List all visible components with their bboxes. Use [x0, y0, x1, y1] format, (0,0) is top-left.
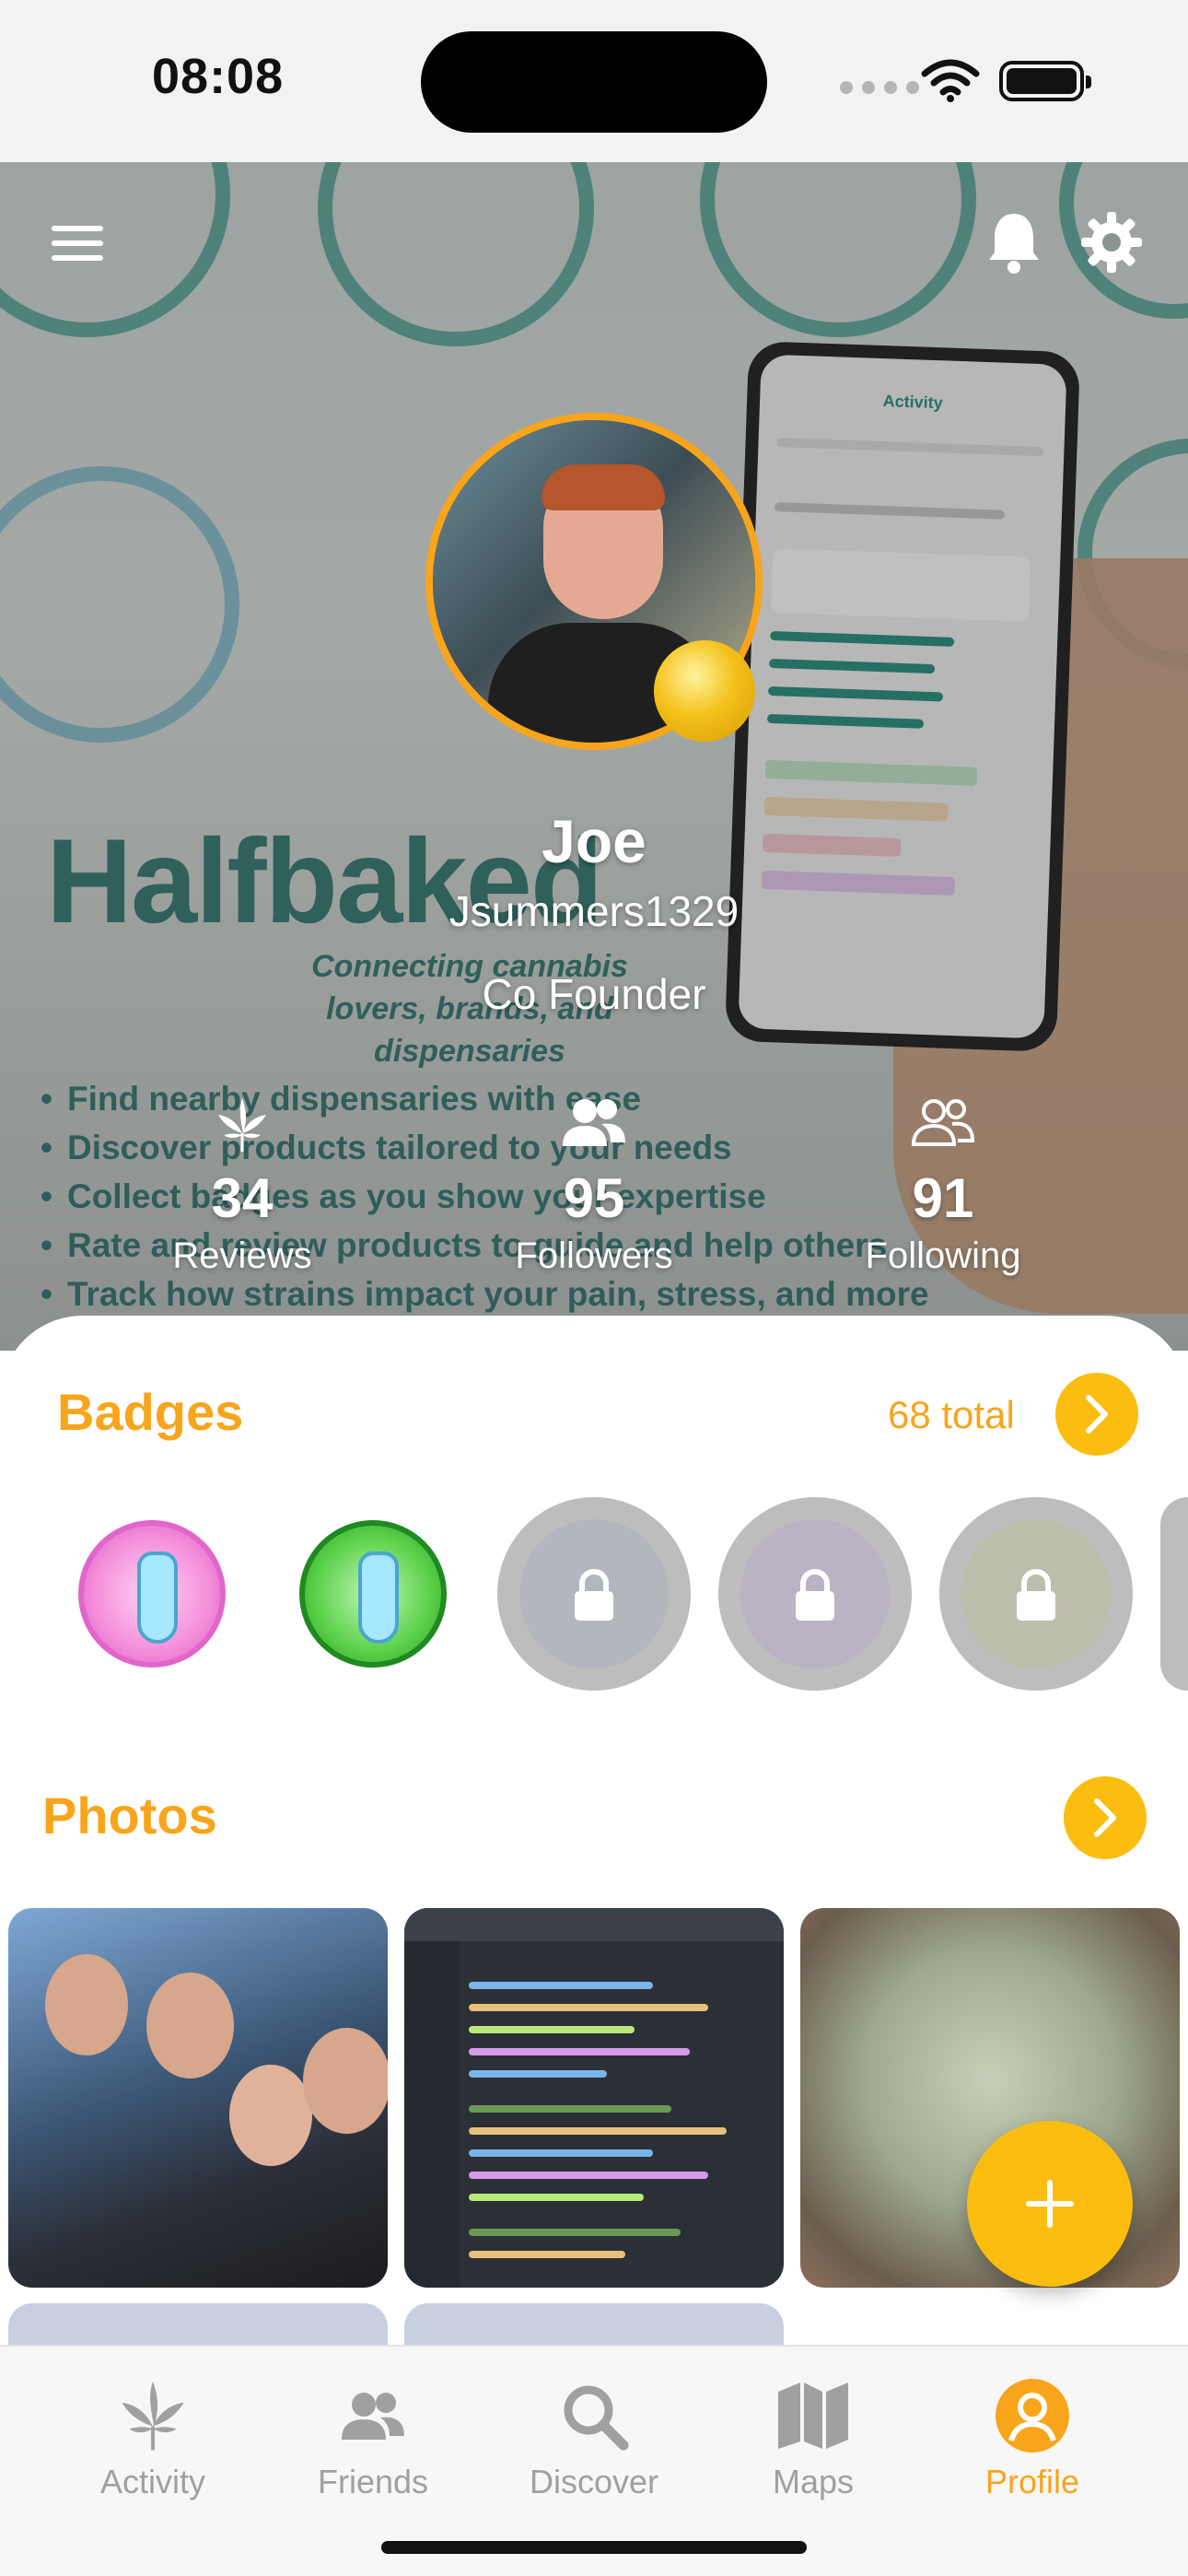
badge-locked[interactable] [1160, 1497, 1188, 1691]
tab-friends[interactable]: Friends [281, 2374, 465, 2501]
tab-discover[interactable]: Discover [502, 2374, 686, 2501]
stat-followers[interactable]: 95 Followers [456, 1096, 732, 1277]
battery-icon [999, 61, 1091, 101]
dynamic-island [421, 31, 767, 133]
chevron-right-icon [1086, 1395, 1108, 1434]
badges-total: 68 total [888, 1393, 1015, 1436]
map-icon [778, 2383, 848, 2449]
photo-thumbnail[interactable] [8, 1908, 388, 2288]
rank-medal-icon [654, 640, 755, 742]
badge-locked[interactable] [718, 1497, 912, 1691]
lock-icon [1017, 1569, 1055, 1621]
tab-label: Friends [317, 2463, 429, 2500]
bell-icon[interactable] [985, 210, 1042, 275]
badges-title: Badges [57, 1383, 244, 1441]
users-icon [342, 2393, 404, 2440]
photo-thumbnail[interactable] [404, 2303, 784, 2349]
user-icon [996, 2379, 1069, 2453]
home-indicator [381, 2541, 807, 2554]
cellular-signal-icon [840, 81, 919, 94]
stat-value: 95 [563, 1167, 625, 1229]
stat-label: Followers [515, 1235, 673, 1276]
badge-locked[interactable] [497, 1497, 691, 1691]
stat-value: 91 [912, 1167, 974, 1229]
menu-icon[interactable] [52, 226, 103, 270]
photo-thumbnail[interactable] [404, 1908, 784, 2288]
badge-unlocked[interactable] [299, 1520, 447, 1668]
leaf-icon [122, 2381, 184, 2451]
photo-thumbnail[interactable] [8, 2303, 388, 2349]
tab-activity[interactable]: Activity [61, 2374, 245, 2501]
profile-role: Co Founder [482, 970, 706, 1018]
badge-locked[interactable] [939, 1497, 1133, 1691]
gear-icon[interactable] [1079, 210, 1144, 275]
status-time: 08:08 [152, 49, 285, 104]
tab-maps[interactable]: Maps [721, 2374, 905, 2501]
lock-icon [796, 1569, 834, 1621]
badge-unlocked[interactable] [78, 1520, 226, 1668]
stat-reviews[interactable]: 34 Reviews [104, 1096, 380, 1277]
stat-label: Reviews [172, 1235, 312, 1276]
users-icon [563, 1099, 625, 1146]
badges-more-button[interactable] [1055, 1373, 1138, 1456]
photos-title: Photos [42, 1786, 217, 1844]
tab-label: Maps [772, 2463, 855, 2500]
tab-profile[interactable]: Profile [940, 2374, 1124, 2501]
wifi-icon [921, 59, 980, 102]
leaf-icon [218, 1098, 266, 1152]
profile-name: Joe [542, 807, 646, 875]
stat-value: 34 [211, 1167, 274, 1229]
add-photo-button[interactable] [967, 2121, 1133, 2287]
users-outline-icon [911, 1099, 975, 1146]
plus-icon [1026, 2180, 1074, 2228]
status-bar: 08:08 [0, 0, 1188, 162]
tab-label: Profile [984, 2463, 1080, 2500]
photos-more-button[interactable] [1064, 1776, 1147, 1859]
tab-label: Discover [529, 2463, 659, 2500]
tab-label: Activity [99, 2463, 205, 2500]
stat-following[interactable]: 91 Following [805, 1096, 1081, 1277]
profile-username: Jsummers1329 [448, 887, 740, 935]
search-icon [564, 2385, 629, 2451]
chevron-right-icon [1094, 1798, 1116, 1837]
stat-label: Following [865, 1235, 1021, 1276]
lock-icon [575, 1569, 613, 1621]
